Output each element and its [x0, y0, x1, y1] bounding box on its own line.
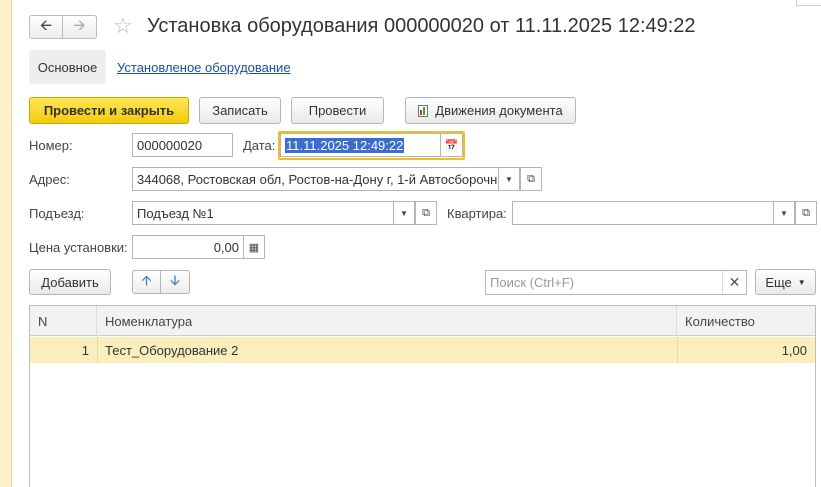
entrance-dropdown-button[interactable]: ▼ [393, 201, 415, 225]
move-down-button[interactable]: 🡫 [161, 270, 190, 294]
add-row-button[interactable]: Добавить [29, 269, 111, 295]
entrance-field[interactable]: Подъезд №1 [132, 201, 394, 225]
address-dropdown-button[interactable]: ▼ [498, 167, 520, 191]
tab-installed-equipment[interactable]: Установленое оборудование [117, 60, 291, 75]
tab-main[interactable]: Основное [29, 50, 106, 84]
open-icon: ⧉ [802, 206, 810, 219]
equipment-table: N Номенклатура Количество 1 Тест_Оборудо… [29, 305, 816, 487]
apartment-dropdown-button[interactable]: ▼ [773, 201, 795, 225]
back-button[interactable]: 🡨 [29, 15, 63, 39]
chevron-down-icon: ▼ [505, 174, 513, 184]
chevron-down-icon: ▼ [797, 277, 806, 287]
price-label: Цена установки: [29, 240, 128, 255]
star-icon[interactable]: ☆ [113, 13, 133, 39]
table-header: N Номенклатура Количество [30, 306, 815, 336]
table-row[interactable]: 1 Тест_Оборудование 2 1,00 [30, 337, 815, 363]
page-title: Установка оборудования 000000020 от 11.1… [147, 15, 696, 37]
number-field[interactable]: 000000020 [132, 133, 233, 157]
forward-button[interactable]: 🡪 [63, 15, 97, 39]
number-label: Номер: [29, 138, 73, 153]
date-value: 11.11.2025 12:49:22 [285, 137, 405, 153]
apartment-field[interactable] [512, 201, 774, 225]
entrance-open-button[interactable]: ⧉ [415, 201, 437, 225]
clear-search-icon[interactable]: ✕ [722, 271, 746, 294]
save-button[interactable]: Записать [199, 97, 281, 124]
row-number: 1 [81, 342, 89, 358]
chevron-down-icon: ▼ [400, 208, 408, 218]
column-header-n[interactable]: N [30, 306, 97, 336]
document-movements-label: Движения документа [435, 103, 563, 118]
address-field[interactable]: 344068, Ростовская обл, Ростов-на-Дону г… [132, 167, 499, 191]
left-panel-strip [0, 0, 12, 487]
window-corner [796, 0, 821, 6]
calculator-button[interactable]: ▦ [243, 235, 265, 259]
arrow-left-icon: 🡨 [39, 16, 53, 34]
calendar-icon: 📅 [444, 139, 459, 152]
report-icon [418, 104, 429, 117]
entrance-label: Подъезд: [29, 206, 85, 221]
row-quantity: 1,00 [781, 342, 807, 358]
calculator-icon: ▦ [248, 241, 260, 254]
open-icon: ⧉ [527, 172, 535, 185]
address-label: Адрес: [29, 172, 70, 187]
search-input[interactable]: Поиск (Ctrl+F) ✕ [485, 270, 747, 295]
more-label: Еще [765, 274, 792, 290]
arrow-right-icon: 🡪 [73, 16, 86, 34]
post-and-close-button[interactable]: Провести и закрыть [29, 97, 189, 124]
more-menu-button[interactable]: Еще ▼ [755, 269, 816, 295]
column-header-nomenclature[interactable]: Номенклатура [97, 306, 677, 336]
move-up-button[interactable]: 🡩 [132, 270, 161, 294]
date-field[interactable]: 11.11.2025 12:49:22 [280, 133, 441, 157]
apartment-label: Квартира: [447, 206, 507, 221]
column-header-quantity[interactable]: Количество [677, 306, 815, 336]
open-icon: ⧉ [422, 206, 430, 219]
arrow-down-icon: 🡫 [169, 272, 181, 288]
column-separator [97, 337, 98, 363]
search-placeholder: Поиск (Ctrl+F) [490, 275, 575, 290]
document-movements-button[interactable]: Движения документа [405, 97, 576, 124]
post-button[interactable]: Провести [291, 97, 384, 124]
arrow-up-icon: 🡩 [141, 272, 152, 288]
apartment-open-button[interactable]: ⧉ [795, 201, 817, 225]
calendar-button[interactable]: 📅 [440, 133, 463, 157]
row-nomenclature: Тест_Оборудование 2 [105, 342, 239, 358]
price-field[interactable]: 0,00 [132, 235, 244, 259]
chevron-down-icon: ▼ [780, 208, 788, 218]
address-open-button[interactable]: ⧉ [520, 167, 542, 191]
date-label: Дата: [243, 138, 276, 153]
